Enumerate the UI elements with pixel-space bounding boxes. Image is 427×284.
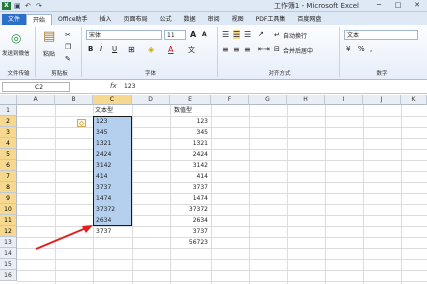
accounting-icon[interactable]: ¥ — [346, 45, 350, 53]
indent-icon[interactable]: ⇤⇥ — [258, 45, 270, 53]
tab-pdf-tools[interactable]: PDF工具集 — [250, 14, 292, 25]
minimize-button[interactable]: ─ — [371, 0, 387, 10]
group-label: 文件传输 — [7, 71, 30, 77]
align-top-icon[interactable]: ☰ — [222, 30, 229, 39]
save-icon[interactable]: ▣ — [14, 2, 22, 10]
group-font: 宋体 11 A A B I U ⊞ ◈ A 文 字体 — [84, 27, 218, 77]
send-to-wechat-button[interactable]: 发送到微信 — [2, 49, 30, 57]
phonetic-button[interactable]: 文 — [188, 45, 195, 55]
paste-button[interactable]: 粘贴 — [43, 49, 55, 58]
tab-formulas[interactable]: 公式 — [154, 14, 178, 25]
shrink-font-button[interactable]: A — [202, 31, 207, 38]
title-bar: X ▣ ↶ ↷ 工作簿1 - Microsoft Excel ─ □ ✕ — [0, 0, 427, 12]
tab-view[interactable]: 视图 — [226, 14, 250, 25]
wrap-text-icon[interactable]: ↵ — [274, 31, 280, 39]
copy-icon[interactable]: ❐ — [65, 43, 71, 51]
close-button[interactable]: ✕ — [409, 0, 425, 10]
wechat-icon: ◎ — [11, 31, 22, 45]
group-label: 对齐方式 — [268, 71, 291, 77]
group-label: 数字 — [376, 71, 388, 77]
undo-icon[interactable]: ↶ — [25, 2, 33, 10]
group-label: 字体 — [144, 71, 156, 77]
wrap-text-button[interactable]: 自动换行 — [283, 31, 307, 40]
group-file-transfer: ◎ 发送到微信 文件传输 — [2, 27, 36, 77]
borders-icon[interactable]: ⊞ — [128, 45, 135, 54]
italic-button[interactable]: I — [100, 45, 102, 53]
fill-color-icon[interactable]: ◈ — [148, 45, 154, 54]
align-left-icon[interactable]: ≡ — [222, 45, 229, 54]
format-painter-icon[interactable]: ✎ — [65, 55, 71, 63]
merge-center-button[interactable]: 合并后居中 — [283, 46, 313, 55]
tab-baidu-netdisk[interactable]: 百度网盘 — [291, 14, 327, 25]
number-format-select[interactable]: 文本 — [344, 30, 418, 40]
group-clipboard: ▤ 粘贴 ✂ ❐ ✎ 剪贴板 — [38, 27, 82, 77]
tab-page-layout[interactable]: 页面布局 — [118, 14, 154, 25]
tab-insert[interactable]: 插入 — [94, 14, 118, 25]
group-label: 剪贴板 — [51, 71, 68, 77]
tab-home[interactable]: 开始 — [26, 14, 53, 25]
worksheet-grid[interactable]: A B C D E F G H I J K 1 2 3 4 5 6 7 8 9 … — [0, 95, 427, 284]
ribbon: ◎ 发送到微信 文件传输 ▤ 粘贴 ✂ ❐ ✎ 剪贴板 宋体 11 A A B … — [0, 25, 427, 80]
merge-icon[interactable]: ⊟ — [274, 45, 280, 53]
insert-function-button[interactable]: fx — [110, 82, 117, 90]
font-size-select[interactable]: 11 — [164, 30, 186, 40]
tab-office-assistant[interactable]: Office助手 — [52, 14, 94, 25]
percent-button[interactable]: % — [358, 45, 365, 53]
font-color-button[interactable]: A — [168, 45, 173, 54]
comma-button[interactable]: , — [370, 45, 372, 53]
red-arrow-annotation — [35, 225, 93, 250]
align-center-icon[interactable]: ≡ — [233, 45, 240, 54]
align-middle-icon[interactable]: ☰ — [233, 30, 241, 39]
align-right-icon[interactable]: ≡ — [244, 45, 251, 54]
underline-button[interactable]: U — [112, 45, 117, 53]
tab-review[interactable]: 审阅 — [202, 14, 226, 25]
window-title: 工作簿1 - Microsoft Excel — [273, 2, 359, 10]
formula-bar: C2 fx 123 — [0, 81, 427, 94]
cut-icon[interactable]: ✂ — [65, 31, 71, 39]
quick-access-toolbar: X ▣ ↶ ↷ — [2, 2, 44, 10]
font-name-select[interactable]: 宋体 — [86, 30, 162, 40]
bold-button[interactable]: B — [88, 45, 93, 53]
tab-data[interactable]: 数据 — [178, 14, 202, 25]
formula-input[interactable]: 123 — [124, 83, 135, 90]
orientation-icon[interactable]: ↗ — [258, 30, 264, 38]
group-number: 文本 ¥ % , 数字 — [342, 27, 422, 77]
name-box[interactable]: C2 — [2, 82, 70, 92]
group-alignment: ☰ ☰ ☰ ↗ ↵ 自动换行 ≡ ≡ ≡ ⇤⇥ ⊟ 合并后居中 对齐方式 — [220, 27, 340, 77]
ribbon-tabs: 文件 开始 Office助手 插入 页面布局 公式 数据 审阅 视图 PDF工具… — [0, 12, 427, 25]
maximize-button[interactable]: □ — [390, 0, 406, 10]
align-bottom-icon[interactable]: ☰ — [244, 30, 251, 39]
redo-icon[interactable]: ↷ — [36, 2, 44, 10]
tab-file[interactable]: 文件 — [2, 14, 27, 25]
excel-app-icon[interactable]: X — [2, 2, 11, 10]
clipboard-icon: ▤ — [43, 29, 56, 44]
grow-font-button[interactable]: A — [190, 30, 196, 39]
